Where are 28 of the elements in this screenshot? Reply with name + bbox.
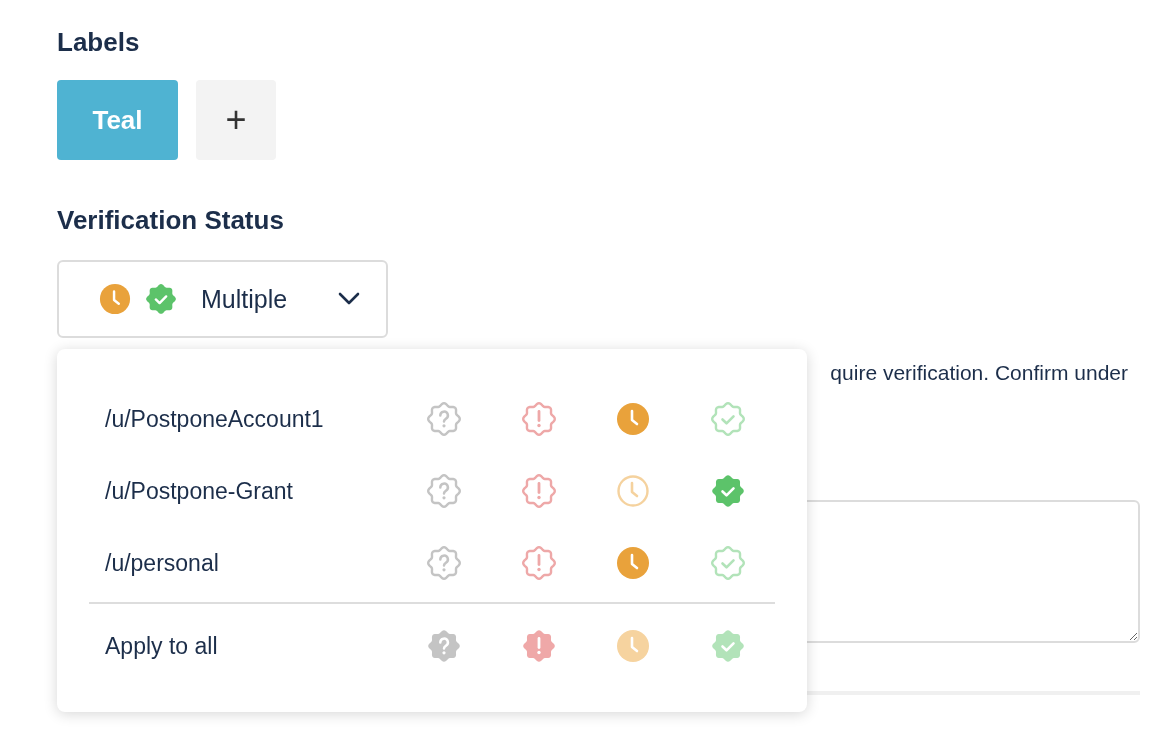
status-dropdown[interactable]: Multiple	[57, 260, 388, 338]
check-badge-icon[interactable]	[710, 402, 745, 436]
clock-apply-icon[interactable]	[616, 629, 651, 663]
clock-icon[interactable]	[616, 402, 651, 436]
question-badge-apply-icon[interactable]	[427, 629, 462, 663]
check-badge-icon[interactable]	[710, 546, 745, 580]
question-badge-icon[interactable]	[427, 546, 462, 580]
section-heading: Labels	[57, 26, 140, 59]
chevron-down-icon	[338, 292, 360, 306]
account-name: /u/Postpone-Grant	[104, 477, 294, 505]
exclamation-badge-icon[interactable]	[521, 546, 556, 580]
question-badge-icon[interactable]	[427, 474, 462, 508]
check-badge-icon	[145, 283, 177, 315]
exclamation-badge-icon[interactable]	[521, 474, 556, 508]
clock-icon[interactable]	[616, 474, 651, 508]
apply-to-all-label: Apply to all	[104, 632, 219, 660]
account-name: /u/personal	[104, 549, 220, 577]
clock-icon[interactable]	[616, 546, 651, 580]
clock-icon	[99, 283, 131, 315]
section-heading: Verification Status	[57, 204, 284, 237]
check-badge-apply-icon[interactable]	[710, 629, 745, 663]
exclamation-badge-icon[interactable]	[521, 402, 556, 436]
check-badge-icon[interactable]	[710, 474, 745, 508]
add-label-button[interactable]: +	[196, 80, 276, 160]
description-text: quire verification. Confirm under	[830, 361, 1128, 384]
question-badge-icon[interactable]	[427, 402, 462, 436]
account-name: /u/PostponeAccount1	[104, 405, 325, 433]
exclamation-badge-apply-icon[interactable]	[521, 629, 556, 663]
